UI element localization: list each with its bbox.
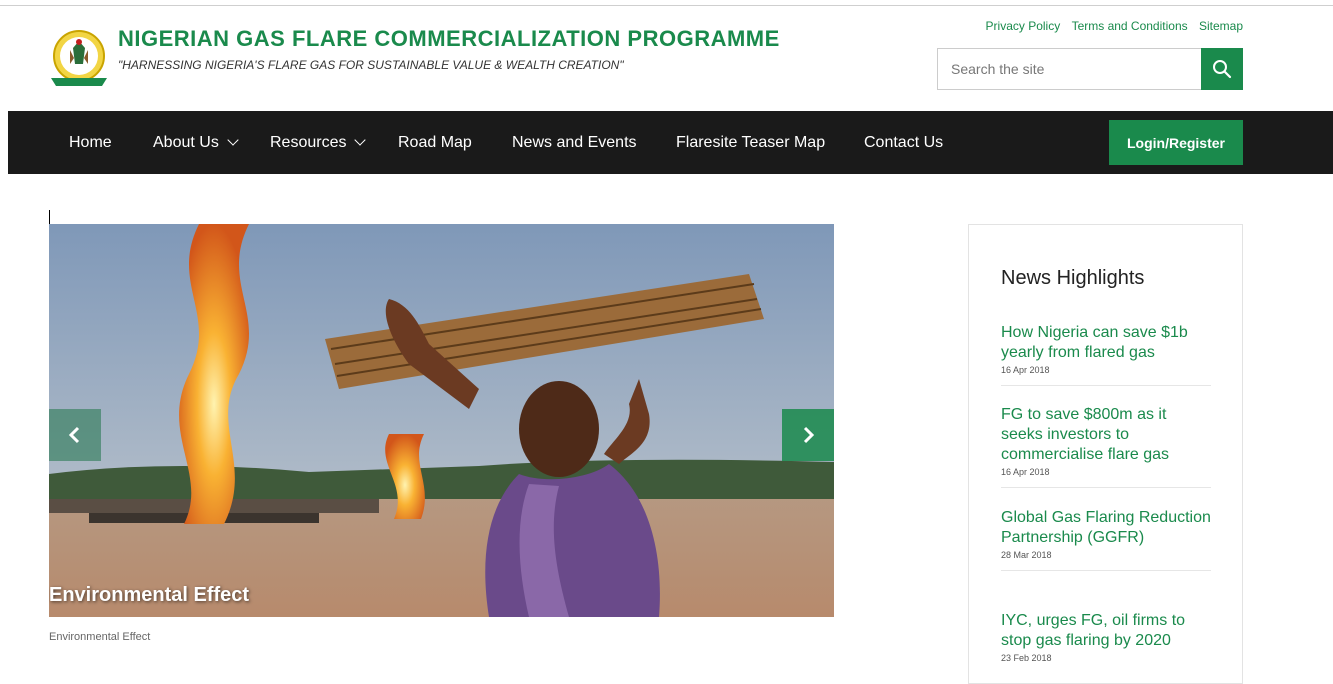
nav-resources[interactable]: Resources — [270, 111, 367, 174]
news-item: How Nigeria can save $1b yearly from fla… — [1001, 323, 1211, 386]
news-item: IYC, urges FG, oil firms to stop gas fla… — [1001, 611, 1211, 673]
slider-prev-button[interactable] — [49, 409, 101, 461]
slide-caption: Environmental Effect — [49, 584, 250, 606]
privacy-policy-link[interactable]: Privacy Policy — [986, 19, 1061, 33]
slide-image — [49, 224, 834, 617]
news-item: Global Gas Flaring Reduction Partnership… — [1001, 508, 1211, 571]
site-tagline: "HARNESSING NIGERIA'S FLARE GAS FOR SUST… — [118, 58, 624, 72]
sitemap-link[interactable]: Sitemap — [1199, 19, 1243, 33]
news-highlights-panel: News Highlights How Nigeria can save $1b… — [968, 224, 1243, 684]
login-register-button[interactable]: Login/Register — [1109, 120, 1243, 165]
news-date: 16 Apr 2018 — [1001, 467, 1050, 477]
nav-label: News and Events — [512, 133, 637, 151]
chevron-down-icon — [354, 134, 367, 146]
nav-label: Home — [69, 133, 112, 151]
nav-news-events[interactable]: News and Events — [512, 111, 637, 174]
nav-home[interactable]: Home — [69, 111, 112, 174]
site-header: NIGERIAN GAS FLARE COMMERCIALIZATION PRO… — [0, 6, 1333, 111]
news-headline-link[interactable]: IYC, urges FG, oil firms to stop gas fla… — [1001, 611, 1211, 651]
news-date: 16 Apr 2018 — [1001, 365, 1050, 375]
news-headline-link[interactable]: How Nigeria can save $1b yearly from fla… — [1001, 323, 1211, 363]
search-form — [937, 48, 1243, 90]
nav-label: Road Map — [398, 133, 472, 151]
nav-flaresite-map[interactable]: Flaresite Teaser Map — [676, 111, 825, 174]
news-item: FG to save $800m as it seeks investors t… — [1001, 405, 1211, 488]
nav-label: Flaresite Teaser Map — [676, 133, 826, 151]
search-icon — [1213, 60, 1232, 79]
news-date: 28 Mar 2018 — [1001, 550, 1052, 560]
chevron-left-icon — [68, 426, 80, 444]
news-headline-link[interactable]: Global Gas Flaring Reduction Partnership… — [1001, 508, 1211, 548]
main-nav: Home About Us Resources Road Map News an… — [8, 111, 1333, 174]
nav-label: Resources — [270, 133, 347, 151]
news-date: 23 Feb 2018 — [1001, 653, 1052, 663]
image-slider: Environmental Effect — [49, 224, 834, 617]
nav-label: About Us — [153, 133, 219, 151]
slider-next-button[interactable] — [782, 409, 834, 461]
search-button[interactable] — [1201, 48, 1243, 90]
nav-contact-us[interactable]: Contact Us — [864, 111, 943, 174]
chevron-down-icon — [227, 134, 239, 146]
site-title: NIGERIAN GAS FLARE COMMERCIALIZATION PRO… — [118, 26, 780, 51]
news-highlights-title: News Highlights — [1001, 267, 1145, 289]
nav-about-us[interactable]: About Us — [153, 111, 239, 174]
news-headline-link[interactable]: FG to save $800m as it seeks investors t… — [1001, 405, 1211, 465]
nav-label: Contact Us — [864, 133, 944, 151]
coat-of-arms-logo[interactable] — [48, 28, 110, 90]
slide-caption-text: Environmental Effect — [49, 631, 151, 643]
utility-links: Privacy Policy Terms and Conditions Site… — [978, 19, 1243, 33]
search-input[interactable] — [937, 48, 1202, 90]
terms-link[interactable]: Terms and Conditions — [1072, 19, 1188, 33]
nav-road-map[interactable]: Road Map — [398, 111, 472, 174]
chevron-right-icon — [803, 426, 815, 444]
